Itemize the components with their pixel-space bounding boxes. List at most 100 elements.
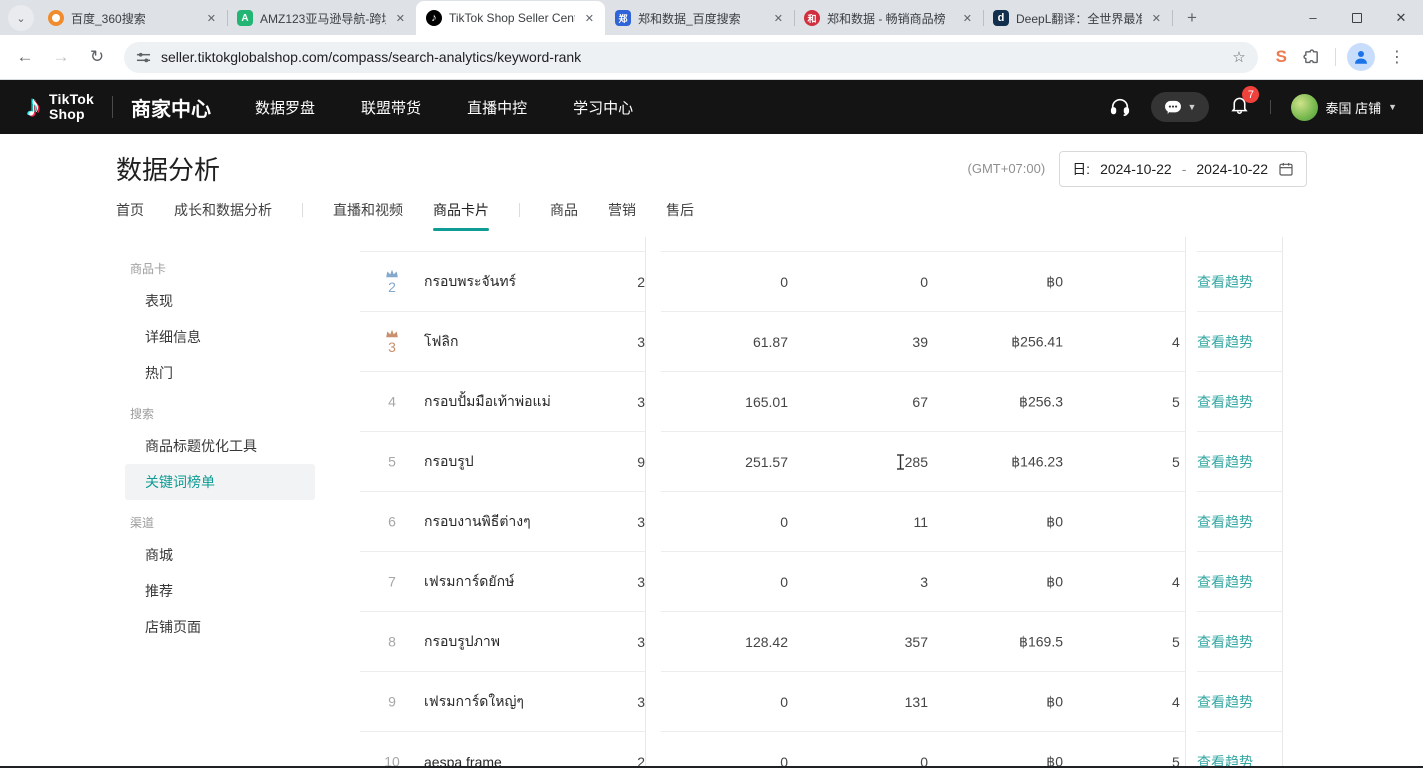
browser-tab[interactable]: 郑和数据_百度搜索 ✕ [605, 1, 794, 35]
metric-1-cell: 0 [668, 274, 788, 290]
browser-tab[interactable]: DeepL翻译：全世界最准 ✕ [983, 1, 1172, 35]
browser-menu-icon[interactable]: ⋮ [1381, 47, 1413, 67]
back-button[interactable]: ← [10, 42, 40, 72]
zhenghe-red-favicon [804, 10, 820, 26]
tab-close-icon[interactable]: ✕ [771, 10, 786, 27]
view-trend-link[interactable]: 查看趋势 [1197, 332, 1253, 352]
view-trend-link[interactable]: 查看趋势 [1197, 692, 1253, 712]
tab-close-icon[interactable]: ✕ [204, 10, 219, 27]
crown-icon [385, 328, 399, 338]
analytics-tab[interactable]: 首页 [116, 200, 144, 226]
analytics-tab[interactable]: 直播和视频 [333, 200, 403, 226]
toolbar-divider [1335, 48, 1336, 66]
extensions-puzzle-icon[interactable] [1299, 49, 1324, 66]
sidebar-section-label: 商品卡 [130, 260, 325, 277]
metric-1-cell: 61.87 [668, 334, 788, 350]
keyword-cell: โฟลิก [424, 331, 639, 353]
table-row: 5 กรอบรูป 9 251.57 285 ฿146.23 5 查看趋势 [360, 431, 1283, 491]
rank-cell: 5 [374, 454, 410, 469]
sidebar-section: 搜索 商品标题优化工具 关键词榜单 [115, 405, 325, 500]
seller-center-title[interactable]: 商家中心 [131, 93, 211, 122]
tiktok-shop-logo[interactable]: ♪ TikTokShop [26, 92, 94, 123]
tab-title: AMZ123亚马逊导航-跨境 [260, 10, 386, 27]
sidebar-item[interactable]: 表现 [125, 283, 315, 319]
close-window-button[interactable]: ✕ [1379, 0, 1423, 35]
gmv-cell: ฿0 [933, 693, 1063, 710]
browser-tab[interactable]: AMZ123亚马逊导航-跨境 ✕ [227, 1, 416, 35]
sidebar-item[interactable]: 详细信息 [125, 319, 315, 355]
headset-icon[interactable] [1109, 96, 1131, 118]
clipped-left-value: 9 [623, 454, 645, 470]
tab-close-icon[interactable]: ✕ [960, 10, 975, 27]
maximize-button[interactable] [1335, 0, 1379, 35]
profile-avatar[interactable] [1347, 43, 1375, 71]
table-row-sliver [360, 237, 1283, 251]
sidebar-item[interactable]: 热门 [125, 355, 315, 391]
keyword-cell: กรอบงานพิธีต่างๆ [424, 511, 639, 533]
shop-selector[interactable]: 泰国 店铺 ▼ [1291, 94, 1397, 121]
header-nav-item[interactable]: 直播中控 [467, 97, 527, 118]
minimize-button[interactable]: – [1291, 0, 1335, 35]
gmv-cell: ฿256.3 [933, 393, 1063, 410]
notification-badge: 7 [1242, 86, 1259, 103]
notifications-button[interactable]: 7 [1229, 94, 1250, 120]
analytics-tab[interactable]: 商品卡片 [433, 200, 489, 226]
date-range-picker[interactable]: 日: 2024-10-22 - 2024-10-22 [1059, 151, 1307, 187]
sidebar-item[interactable]: 关键词榜单 [125, 464, 315, 500]
crown-icon [385, 268, 399, 278]
header-nav-item[interactable]: 联盟带货 [361, 97, 421, 118]
sidebar-item[interactable]: 商品标题优化工具 [125, 428, 315, 464]
messages-button[interactable]: ▼ [1151, 92, 1209, 122]
tab-close-icon[interactable]: ✕ [1149, 10, 1164, 27]
site-info-icon[interactable] [136, 50, 151, 65]
browser-tab[interactable]: 百度_360搜索 ✕ [38, 1, 227, 35]
table-row: 10 aespa frame 2 0 0 ฿0 5 查看趋势 [360, 731, 1283, 768]
s-extension-icon[interactable]: S [1270, 47, 1293, 67]
360-favicon [48, 10, 64, 26]
compass-page: 数据分析 (GMT+07:00) 日: 2024-10-22 - 2024-10… [0, 134, 1423, 768]
browser-tab[interactable]: 郑和数据 - 畅销商品榜 ✕ [794, 1, 983, 35]
tab-list-chevron-icon[interactable]: ⌄ [8, 5, 34, 31]
text-cursor [896, 453, 905, 470]
view-trend-link[interactable]: 查看趋势 [1197, 632, 1253, 652]
address-bar[interactable]: seller.tiktokglobalshop.com/compass/sear… [124, 42, 1258, 73]
sidebar-item[interactable]: 店铺页面 [125, 609, 315, 645]
analytics-tab[interactable]: 商品 [550, 200, 578, 226]
forward-button[interactable]: → [46, 42, 76, 72]
tiktok-note-icon: ♪ [26, 92, 41, 122]
header-nav-item[interactable]: 数据罗盘 [255, 97, 315, 118]
analytics-tabs: 首页 成长和数据分析 直播和视频 商品卡片 商品 营销 售后 [116, 200, 694, 226]
keyword-cell: กรอบรูป [424, 451, 639, 473]
view-trend-link[interactable]: 查看趋势 [1197, 512, 1253, 532]
header-nav-item[interactable]: 学习中心 [573, 97, 633, 118]
clipped-left-value: 2 [623, 274, 645, 290]
analytics-tab[interactable]: 售后 [666, 200, 694, 226]
tab-title: 百度_360搜索 [71, 10, 197, 27]
url-text: seller.tiktokglobalshop.com/compass/sear… [161, 49, 1222, 65]
date-separator: - [1182, 161, 1187, 177]
view-trend-link[interactable]: 查看趋势 [1197, 392, 1253, 412]
tab-close-icon[interactable]: ✕ [582, 10, 597, 27]
analytics-tab[interactable]: 营销 [608, 200, 636, 226]
sidebar-item[interactable]: 推荐 [125, 573, 315, 609]
reload-button[interactable]: ↻ [82, 42, 112, 72]
view-trend-link[interactable]: 查看趋势 [1197, 452, 1253, 472]
table-row: 6 กรอบงานพิธีต่างๆ 3 0 11 ฿0 查看趋势 [360, 491, 1283, 551]
table-row: 2 กรอบพระจันทร์ 2 0 0 ฿0 查看趋势 [360, 251, 1283, 311]
metric-1-cell: 251.57 [668, 454, 788, 470]
view-trend-link[interactable]: 查看趋势 [1197, 572, 1253, 592]
gmv-cell: ฿146.23 [933, 453, 1063, 470]
tab-title: TikTok Shop Seller Cente [449, 11, 575, 25]
view-trend-link[interactable]: 查看趋势 [1197, 272, 1253, 292]
browser-tab[interactable]: TikTok Shop Seller Cente ✕ [416, 1, 605, 35]
amz123-favicon [237, 10, 253, 26]
analytics-tab[interactable]: 成长和数据分析 [174, 200, 272, 226]
keyword-cell: เฟรมการ์ดใหญ่ๆ [424, 691, 639, 713]
tab-close-icon[interactable]: ✕ [393, 10, 408, 27]
header-divider [112, 96, 113, 118]
bookmark-star-icon[interactable]: ☆ [1232, 48, 1245, 66]
clipped-left-value: 3 [623, 694, 645, 710]
sidebar-item[interactable]: 商城 [125, 537, 315, 573]
window-controls: – ✕ [1291, 0, 1423, 35]
new-tab-button[interactable]: + [1178, 4, 1206, 32]
